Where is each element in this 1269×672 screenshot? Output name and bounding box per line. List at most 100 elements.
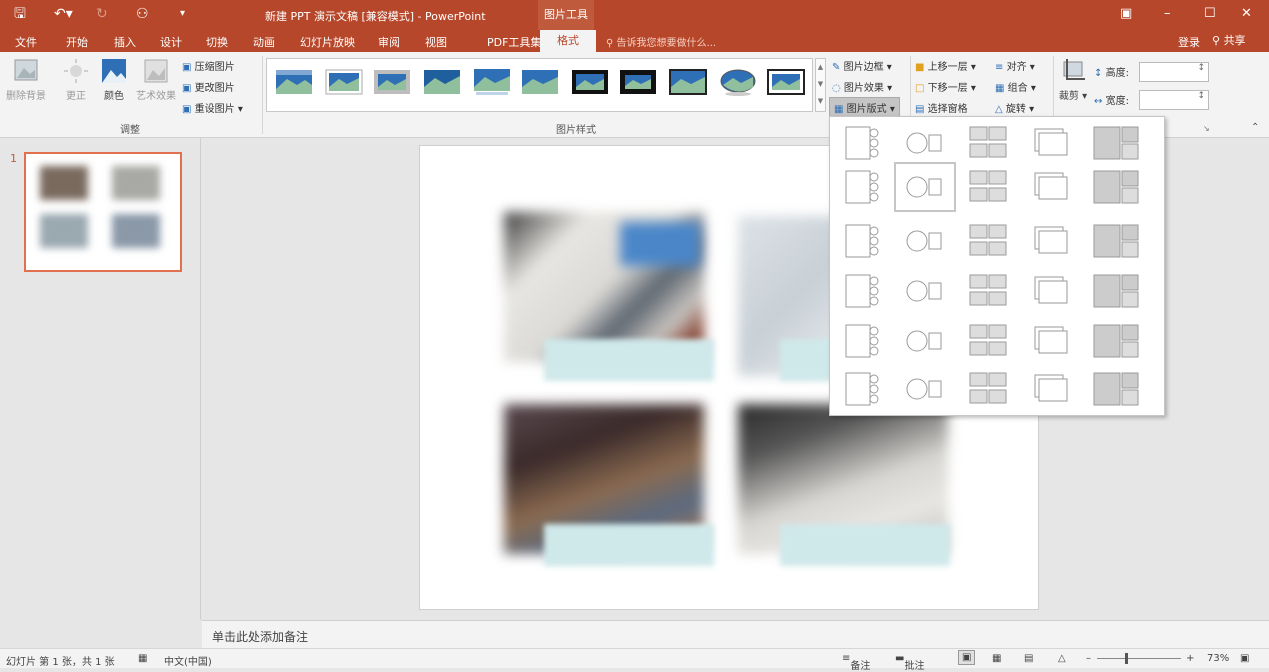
picture-layout-option-27[interactable] [906, 378, 942, 400]
fit-to-window-icon[interactable]: ▣ [1240, 653, 1249, 664]
picture-layout-option-10[interactable] [1093, 170, 1139, 204]
collapse-ribbon-icon[interactable]: ⌃ [1251, 122, 1259, 133]
picture-layout-option-14[interactable] [1034, 226, 1068, 254]
picture-layout-option-19[interactable] [1034, 276, 1068, 304]
scroll-up-icon[interactable]: ▲ [816, 59, 825, 76]
picture-layout-option-3[interactable] [969, 126, 1007, 158]
picture-layout-option-9[interactable] [1034, 172, 1068, 200]
color-button[interactable]: 颜色 [98, 58, 130, 102]
picture-layout-option-17[interactable] [906, 280, 942, 302]
picture-layout-button[interactable]: ▦ 图片版式 ▾ [829, 97, 900, 118]
tab-animations[interactable]: 动画 [253, 34, 275, 50]
picture-layout-option-2[interactable] [906, 132, 942, 154]
picture-layout-option-18[interactable] [969, 274, 1007, 306]
reset-picture-button[interactable]: ▣ 重设图片 ▾ [182, 100, 243, 115]
picture-style-7[interactable] [571, 67, 609, 97]
picture-layout-option-25[interactable] [1093, 324, 1139, 358]
tab-transitions[interactable]: 切换 [206, 34, 228, 50]
login-link[interactable]: 登录 [1178, 34, 1200, 50]
picture-layout-option-23[interactable] [969, 324, 1007, 356]
picture-layout-option-1[interactable] [845, 126, 879, 160]
tab-view[interactable]: 视图 [425, 34, 447, 50]
picture-border-button[interactable]: ✎ 图片边框 ▾ [832, 58, 892, 73]
height-input[interactable]: ↕ [1139, 62, 1209, 82]
slide-caption-4[interactable] [780, 524, 950, 566]
picture-style-4[interactable] [423, 67, 461, 97]
ribbon-display-options-icon[interactable]: ▣ [1120, 6, 1132, 21]
picture-layout-option-4[interactable] [1034, 128, 1068, 156]
tab-review[interactable]: 审阅 [378, 34, 400, 50]
close-icon[interactable]: ✕ [1241, 6, 1252, 21]
picture-style-8[interactable] [619, 67, 657, 97]
picture-layout-option-15[interactable] [1093, 224, 1139, 258]
slide-sorter-view-icon[interactable]: ▦ [992, 653, 1001, 664]
picture-style-3[interactable] [373, 67, 411, 97]
picture-layout-option-26[interactable] [845, 372, 879, 406]
picture-layout-option-29[interactable] [1034, 374, 1068, 402]
reading-view-icon[interactable]: ▤ [1024, 653, 1033, 664]
picture-style-10[interactable] [719, 67, 757, 97]
scroll-down-icon[interactable]: ▼ [816, 76, 825, 93]
maximize-icon[interactable]: ☐ [1204, 6, 1216, 21]
change-picture-button[interactable]: ▣ 更改图片 [182, 79, 235, 94]
slide-thumbnail[interactable] [24, 152, 182, 272]
tab-insert[interactable]: 插入 [114, 34, 136, 50]
comments-toggle[interactable]: ▬ 批注 [895, 653, 924, 672]
picture-style-1[interactable] [275, 67, 313, 97]
tab-home[interactable]: 开始 [66, 34, 88, 50]
picture-layout-option-24[interactable] [1034, 326, 1068, 354]
undo-icon[interactable]: ↶▾ [54, 5, 73, 23]
share-button[interactable]: ⚲ 共享 [1212, 32, 1246, 48]
zoom-level[interactable]: 73% [1207, 653, 1229, 664]
selection-pane-button[interactable]: ▤ 选择窗格 [915, 100, 968, 115]
artistic-effects-button[interactable]: 艺术效果 [134, 58, 178, 102]
picture-style-11[interactable] [767, 67, 805, 97]
zoom-in-icon[interactable]: + [1186, 653, 1194, 664]
width-spinner-icon[interactable]: ↕ [1197, 91, 1205, 101]
picture-layout-option-21[interactable] [845, 324, 879, 358]
corrections-button[interactable]: 更正 [60, 58, 92, 102]
picture-style-6[interactable] [521, 67, 559, 97]
tab-file[interactable]: 文件 [15, 34, 37, 50]
width-input[interactable]: ↕ [1139, 90, 1209, 110]
gallery-more-icon[interactable]: ▼ [816, 93, 825, 109]
customize-qat-icon[interactable]: ▾ [180, 5, 185, 23]
redo-icon[interactable]: ↻ [96, 5, 108, 23]
tell-me-search[interactable]: ⚲ 告诉我您想要做什么... [606, 34, 716, 49]
tab-design[interactable]: 设计 [160, 34, 182, 50]
picture-effects-button[interactable]: ◌ 图片效果 ▾ [832, 79, 892, 94]
picture-layout-option-16[interactable] [845, 274, 879, 308]
tab-pdf-tools[interactable]: PDF工具集 [487, 34, 541, 50]
picture-layout-option-12[interactable] [906, 230, 942, 252]
picture-layout-option-22[interactable] [906, 330, 942, 352]
slide-caption-1[interactable] [544, 339, 714, 381]
crop-button[interactable]: 裁剪 ▾ [1058, 58, 1088, 102]
picture-layout-option-30[interactable] [1093, 372, 1139, 406]
zoom-slider-track[interactable] [1097, 658, 1181, 659]
slideshow-view-icon[interactable]: △ [1058, 653, 1066, 664]
picture-layout-option-13[interactable] [969, 224, 1007, 256]
picture-layout-option-5[interactable] [1093, 126, 1139, 160]
start-from-beginning-icon[interactable]: ⚇ [136, 5, 149, 23]
picture-layout-option-11[interactable] [845, 224, 879, 258]
styles-gallery-scroll[interactable]: ▲ ▼ ▼ [815, 58, 826, 112]
tab-slideshow[interactable]: 幻灯片放映 [300, 34, 355, 50]
picture-layout-option-8[interactable] [969, 170, 1007, 202]
align-button[interactable]: ≡ 对齐 ▾ [995, 58, 1035, 73]
minimize-icon[interactable]: – [1164, 6, 1171, 21]
bring-forward-button[interactable]: ■ 上移一层 ▾ [915, 58, 976, 73]
slide-caption-3[interactable] [544, 524, 714, 566]
picture-layout-option-28[interactable] [969, 372, 1007, 404]
picture-layout-option-7[interactable] [894, 162, 956, 212]
picture-style-5[interactable] [473, 67, 511, 97]
compress-pictures-button[interactable]: ▣ 压缩图片 [182, 58, 235, 73]
normal-view-icon[interactable]: ▣ [958, 650, 976, 665]
picture-style-2[interactable] [325, 67, 363, 97]
zoom-slider-thumb[interactable] [1125, 653, 1128, 664]
picture-layout-option-6[interactable] [845, 170, 879, 204]
size-dialog-launcher-icon[interactable]: ↘ [1203, 124, 1210, 133]
language-indicator[interactable]: 中文(中国) [164, 653, 212, 668]
zoom-out-icon[interactable]: – [1086, 653, 1091, 664]
tab-format[interactable]: 格式 [540, 30, 596, 53]
save-icon[interactable]: 🖫 [14, 5, 26, 23]
